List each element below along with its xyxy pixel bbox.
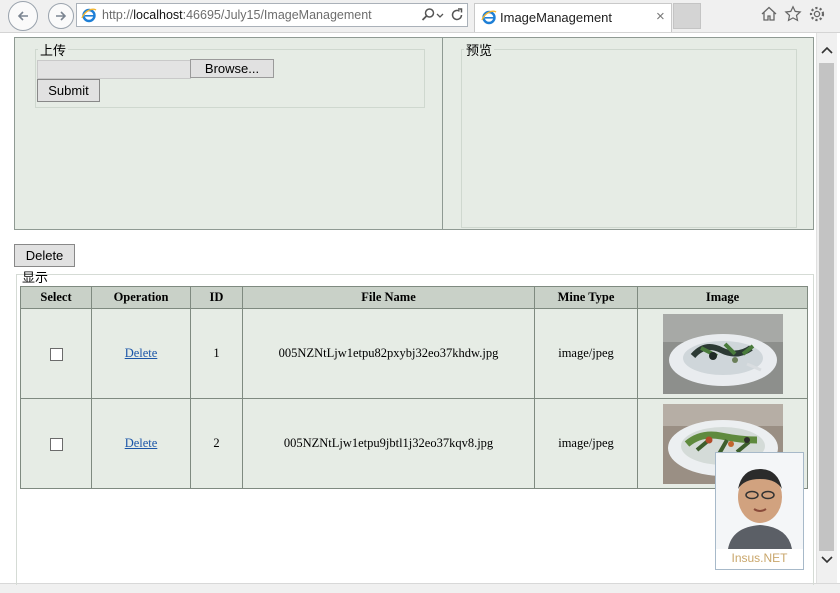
ie-logo-icon [81,8,97,23]
upload-legend: 上传 [40,43,67,58]
scroll-down-icon[interactable] [820,553,834,567]
address-bar[interactable]: http://localhost:46695/July15/ImageManag… [76,3,468,27]
operation-cell: Delete [91,398,191,489]
back-button[interactable] [8,1,38,31]
back-arrow-icon [17,11,28,21]
address-url: http://localhost:46695/July15/ImageManag… [102,8,372,22]
select-cell [20,398,92,489]
watermark: Insus.NET [715,452,804,570]
col-file-name: File Name [242,286,535,309]
id-cell: 2 [190,398,243,489]
mime-type-cell: image/jpeg [534,308,638,399]
panel-divider [442,38,443,230]
table-row: Delete 1 005NZNtLjw1etpu82pxybj32eo37khd… [20,308,808,399]
row-delete-link[interactable]: Delete [125,346,158,360]
tab-imagemanagement[interactable]: ImageManagement × [474,3,672,32]
scroll-up-icon[interactable] [820,43,834,57]
upload-preview-panel: 上传 Browse... Submit 预览 [14,37,814,230]
preview-fieldset: 预览 [461,40,797,228]
home-icon[interactable] [760,5,778,23]
file-path-input[interactable] [37,60,191,79]
file-name-cell: 005NZNtLjw1etpu9jbtl1j32eo37kqv8.jpg [242,398,535,489]
row-checkbox[interactable] [49,347,63,361]
settings-gear-icon[interactable] [808,5,826,23]
tab-close-icon[interactable]: × [656,8,665,25]
new-tab-button[interactable] [673,3,701,29]
col-select: Select [20,286,92,309]
browse-button[interactable]: Browse... [190,59,274,78]
favorites-star-icon[interactable] [784,5,802,23]
mime-type-cell: image/jpeg [534,398,638,489]
col-mime-type: Mine Type [534,286,638,309]
image-cell [637,308,808,399]
browser-toolbar: http://localhost:46695/July15/ImageManag… [0,0,840,33]
operation-cell: Delete [91,308,191,399]
delete-selected-button[interactable]: Delete [14,244,75,267]
row-checkbox[interactable] [49,437,63,451]
submit-button[interactable]: Submit [37,79,100,102]
scrollbar-thumb[interactable] [819,63,834,551]
image-table: Select Operation ID File Name Mine Type … [20,286,808,489]
preview-legend: 预览 [466,43,493,58]
forward-arrow-icon [56,11,67,21]
row-delete-link[interactable]: Delete [125,436,158,450]
display-legend: 显示 [22,270,49,285]
id-cell: 1 [190,308,243,399]
watermark-text: Insus.NET [731,551,788,565]
dropdown-icon[interactable] [435,7,445,23]
dish-photo-1 [662,313,783,394]
col-id: ID [190,286,243,309]
col-operation: Operation [91,286,191,309]
tab-title: ImageManagement [500,10,613,25]
vertical-scrollbar[interactable] [816,33,837,583]
col-image: Image [637,286,808,309]
file-name-cell: 005NZNtLjw1etpu82pxybj32eo37khdw.jpg [242,308,535,399]
table-header-row: Select Operation ID File Name Mine Type … [20,286,808,309]
ie-logo-icon [481,10,497,25]
search-icon[interactable] [420,7,436,23]
table-row: Delete 2 005NZNtLjw1etpu9jbtl1j32eo37kqv… [20,398,808,489]
refresh-icon[interactable] [449,7,465,23]
select-cell [20,308,92,399]
forward-button[interactable] [48,3,74,29]
avatar-photo [716,453,803,549]
